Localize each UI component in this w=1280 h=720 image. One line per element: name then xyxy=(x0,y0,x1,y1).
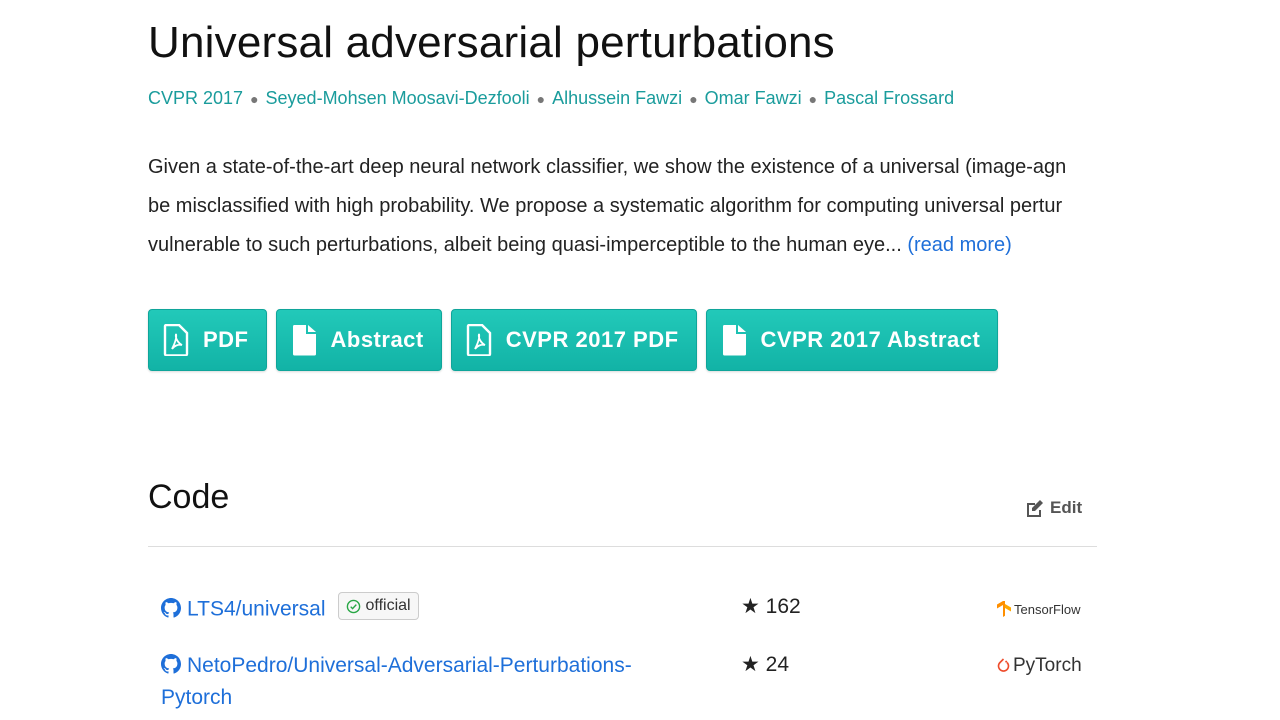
tensorflow-icon xyxy=(997,601,1011,617)
framework-label: TensorFlow xyxy=(1014,601,1081,617)
abstract-line: be misclassified with high probability. … xyxy=(148,195,1063,217)
code-heading: Code xyxy=(148,478,230,516)
github-icon xyxy=(161,597,181,618)
pytorch-icon xyxy=(997,658,1010,672)
button-label: Abstract xyxy=(330,327,424,352)
file-icon xyxy=(722,325,746,356)
file-icon xyxy=(292,325,316,356)
repo-link-cont[interactable]: Pytorch xyxy=(161,686,232,709)
abstract-line-last: vulnerable to such perturbations, albeit… xyxy=(148,226,1166,265)
badge-label: official xyxy=(365,597,411,614)
repo-link[interactable]: LTS4/universal xyxy=(187,598,326,621)
button-label: CVPR 2017 PDF xyxy=(505,327,679,352)
separator-dot: ● xyxy=(689,91,698,107)
framework-tensorflow: TensorFlow xyxy=(997,601,1080,617)
edit-button[interactable]: Edit xyxy=(1025,498,1082,518)
official-badge: official xyxy=(337,592,419,620)
star-icon: ★ xyxy=(741,595,760,618)
divider xyxy=(148,546,1097,547)
repo-row: LTS4/universal official xyxy=(161,592,419,626)
conference-link[interactable]: CVPR 2017 xyxy=(148,88,243,108)
check-circle-icon xyxy=(346,599,360,613)
author-link[interactable]: Alhussein Fawzi xyxy=(552,88,682,108)
repo-row: NetoPedro/Universal-Adversarial-Perturba… xyxy=(161,650,632,714)
abstract-line: Given a state-of-the-art deep neural net… xyxy=(148,156,1067,178)
button-label: PDF xyxy=(203,327,249,352)
separator-dot: ● xyxy=(250,91,259,107)
separator-dot: ● xyxy=(808,91,818,107)
paper-meta: CVPR 2017 ● Seyed-Mohsen Moosavi-Dezfooli ●… xyxy=(148,88,954,109)
cvpr-abstract-button[interactable]: CVPR 2017 Abstract xyxy=(705,309,999,371)
abstract-line: vulnerable to such perturbations, albeit… xyxy=(148,234,902,256)
framework-pytorch: PyTorch xyxy=(997,655,1082,677)
star-count: 24 xyxy=(765,653,790,676)
github-icon xyxy=(161,654,181,674)
framework-label: PyTorch xyxy=(1013,655,1082,676)
cvpr-pdf-button[interactable]: CVPR 2017 PDF xyxy=(450,309,697,371)
star-icon: ★ xyxy=(741,653,760,676)
repo-stars: ★ 24 xyxy=(741,652,789,677)
repo-stars: ★ 162 xyxy=(741,594,801,619)
page-title: Universal adversarial perturbations xyxy=(148,18,835,67)
author-link[interactable]: Omar Fawzi xyxy=(705,88,802,108)
author-link[interactable]: Seyed-Mohsen Moosavi-Dezfooli xyxy=(266,88,530,108)
separator-dot: ● xyxy=(536,91,546,107)
edit-label: Edit xyxy=(1050,498,1083,517)
pdf-button[interactable]: PDF xyxy=(148,309,267,371)
star-count: 162 xyxy=(765,595,801,618)
edit-icon xyxy=(1027,500,1043,517)
repo-link[interactable]: NetoPedro/Universal-Adversarial-Perturba… xyxy=(187,654,632,677)
abstract-text: Given a state-of-the-art deep neural net… xyxy=(148,148,1166,265)
pdf-icon xyxy=(466,324,491,356)
author-link[interactable]: Pascal Frossard xyxy=(824,88,954,108)
read-more-link[interactable]: (read more) xyxy=(907,234,1011,256)
pdf-icon xyxy=(163,324,189,356)
paper-buttons: PDF Abstract CVPR 2017 PDF CVPR 2017 Abs… xyxy=(148,309,999,371)
abstract-button[interactable]: Abstract xyxy=(275,309,442,371)
button-label: CVPR 2017 Abstract xyxy=(760,327,981,352)
